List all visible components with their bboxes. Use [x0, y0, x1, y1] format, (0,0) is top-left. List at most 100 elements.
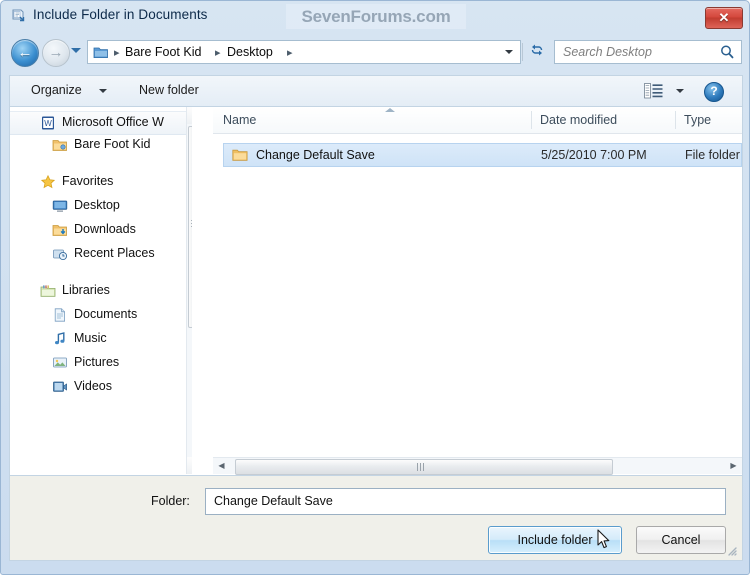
scroll-down-icon[interactable]: ▼ [187, 457, 192, 474]
pictures-icon [52, 355, 68, 371]
bottom-panel: Folder: Change Default Save Include fold… [9, 476, 743, 561]
scrollbar-grip-icon [417, 463, 426, 471]
documents-icon [52, 307, 68, 323]
column-header-date-modified[interactable]: Date modified [540, 113, 617, 127]
sidebar-item-pictures[interactable]: Pictures [10, 352, 192, 374]
cancel-button[interactable]: Cancel [636, 526, 726, 554]
watermark-text: SevenForums.com [286, 4, 466, 29]
folder-input[interactable]: Change Default Save [205, 488, 726, 515]
pane-splitter[interactable] [202, 107, 213, 474]
svg-text:W: W [44, 119, 52, 128]
sidebar-item-music[interactable]: Music [10, 328, 192, 350]
chevron-down-icon [71, 48, 81, 53]
sidebar-item-microsoft-office-w[interactable]: W Microsoft Office W [10, 111, 192, 135]
star-icon [40, 174, 56, 190]
help-button[interactable]: ? [704, 82, 724, 102]
window-title: Include Folder in Documents [33, 7, 208, 22]
address-divider [522, 43, 523, 61]
cell-date-modified: 5/25/2010 7:00 PM [541, 148, 647, 162]
videos-icon [52, 379, 68, 395]
search-input[interactable]: Search Desktop [563, 45, 652, 59]
back-arrow-icon: ← [17, 44, 33, 61]
close-button[interactable]: ✕ [705, 7, 743, 29]
scroll-right-icon[interactable]: ▶ [725, 458, 742, 474]
recent-places-icon [52, 246, 68, 262]
sidebar-item-label: Libraries [62, 283, 110, 297]
toolbar: Organize New folder ? [9, 75, 743, 107]
forward-arrow-icon: → [48, 44, 64, 61]
column-header-name[interactable]: Name [223, 113, 256, 127]
folder-icon [93, 45, 109, 59]
chevron-down-icon [99, 89, 107, 93]
breadcrumb-separator-1: ▸ [215, 47, 221, 59]
resize-grip-icon[interactable] [726, 545, 738, 557]
folder-input-value[interactable]: Change Default Save [214, 494, 333, 508]
column-divider-0[interactable] [531, 111, 532, 129]
sidebar-item-label: Videos [74, 379, 112, 393]
scrollbar-grip-icon [191, 220, 192, 228]
sidebar-item-favorites[interactable]: Favorites [10, 171, 192, 193]
address-dropdown-button[interactable] [505, 50, 513, 54]
organize-button[interactable]: Organize [31, 83, 82, 97]
help-icon: ? [710, 84, 718, 98]
scroll-left-icon[interactable]: ◀ [213, 458, 230, 474]
sidebar-item-libraries[interactable]: Libraries [10, 280, 192, 302]
sidebar-item-recent-places[interactable]: Recent Places [10, 243, 192, 265]
column-header-type[interactable]: Type [684, 113, 711, 127]
dialog-window: Include Folder in Documents SevenForums.… [0, 0, 750, 575]
cell-name: Change Default Save [256, 148, 375, 162]
view-mode-dropdown-icon[interactable] [676, 89, 684, 93]
address-bar[interactable]: ▸ Bare Foot Kid ▸ Desktop ▸ [87, 40, 521, 64]
title-bar: Include Folder in Documents SevenForums.… [1, 1, 750, 31]
folder-icon [232, 148, 248, 162]
back-button[interactable]: ← [11, 39, 39, 67]
word-document-icon: W [40, 115, 56, 131]
column-header-row: Name Date modified Type [213, 107, 742, 134]
folder-field-label: Folder: [151, 494, 190, 508]
close-icon: ✕ [718, 10, 730, 25]
column-divider-1[interactable] [675, 111, 676, 129]
sidebar-item-label: Bare Foot Kid [74, 137, 151, 151]
chevron-down-icon [676, 89, 684, 93]
address-row: ← → ▸ Bare Foot Kid ▸ Desktop ▸ Search D… [1, 33, 750, 71]
list-view-icon[interactable] [644, 83, 664, 99]
refresh-icon [531, 44, 543, 56]
new-folder-button[interactable]: New folder [139, 83, 199, 97]
desktop-icon [52, 198, 68, 214]
recent-pages-dropdown-button[interactable] [71, 48, 83, 58]
include-folder-icon [11, 7, 28, 24]
scroll-up-icon[interactable]: ▲ [187, 107, 192, 124]
sidebar-item-label: Documents [74, 307, 138, 321]
sidebar-scrollbar[interactable]: ▲ ▼ [186, 107, 192, 474]
breadcrumb-separator-2: ▸ [287, 47, 293, 59]
sidebar-item-documents[interactable]: Documents [10, 304, 192, 326]
organize-dropdown-icon[interactable] [99, 89, 107, 93]
chevron-down-icon [505, 50, 513, 54]
table-row[interactable]: Change Default Save 5/25/2010 7:00 PM Fi… [223, 143, 742, 167]
sidebar-item-label: Downloads [74, 222, 136, 236]
sidebar-item-videos[interactable]: Videos [10, 376, 192, 398]
refresh-button[interactable] [526, 42, 548, 62]
breadcrumb-item-1[interactable]: Desktop [227, 45, 273, 59]
include-folder-button[interactable]: Include folder [488, 526, 622, 554]
breadcrumb-item-0[interactable]: Bare Foot Kid [125, 45, 201, 59]
cell-type: File folder [685, 148, 740, 162]
sidebar-item-desktop[interactable]: Desktop [10, 195, 192, 217]
sidebar-scrollbar-thumb[interactable] [188, 126, 192, 328]
file-list-pane: Name Date modified Type Change Default S… [213, 107, 742, 475]
sidebar-item-label: Microsoft Office W [62, 115, 164, 129]
sidebar-item-bare-foot-kid[interactable]: Bare Foot Kid [10, 134, 192, 156]
sidebar-item-label: Recent Places [74, 246, 155, 260]
forward-button[interactable]: → [42, 39, 70, 67]
horizontal-scrollbar-thumb[interactable] [235, 459, 613, 475]
search-box[interactable]: Search Desktop [554, 40, 742, 64]
sidebar-item-label: Music [74, 331, 107, 345]
breadcrumb-separator-0: ▸ [114, 47, 120, 59]
navigation-pane: W Microsoft Office W Bare Foot Kid Favor… [10, 107, 192, 475]
sidebar-item-label: Favorites [62, 174, 114, 188]
user-folder-icon [52, 137, 68, 153]
libraries-icon [40, 283, 56, 299]
horizontal-scrollbar[interactable]: ◀ ▶ [213, 457, 742, 475]
content-area: W Microsoft Office W Bare Foot Kid Favor… [9, 107, 743, 476]
sidebar-item-downloads[interactable]: Downloads [10, 219, 192, 241]
